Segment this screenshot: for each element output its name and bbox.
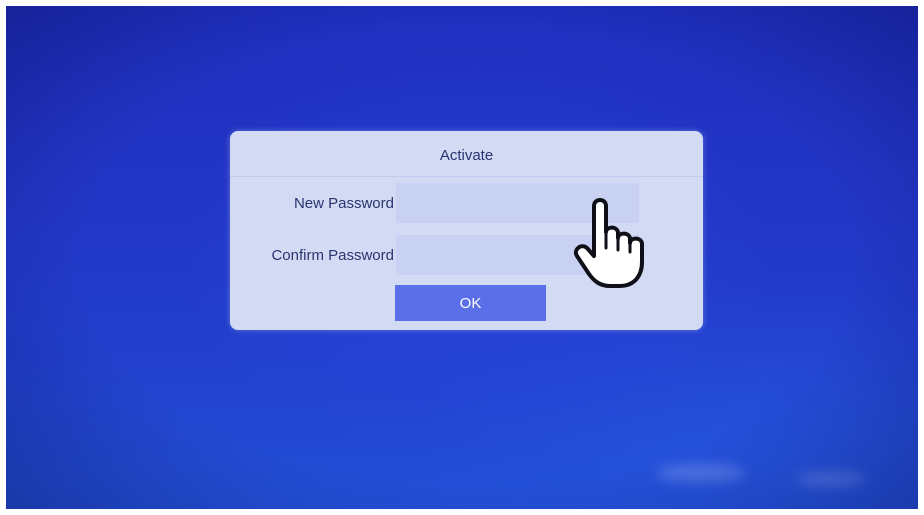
confirm-password-label: Confirm Password	[271, 247, 394, 264]
screen-glare	[656, 464, 746, 482]
ok-button[interactable]: OK	[395, 285, 546, 321]
header-divider	[230, 176, 703, 177]
new-password-label: New Password	[293, 195, 394, 212]
pointing-hand-icon	[574, 198, 644, 288]
desktop-background: Activate New Password Confirm Password O…	[6, 6, 918, 509]
screen-glare	[796, 472, 866, 486]
dialog-title: Activate	[439, 147, 494, 164]
